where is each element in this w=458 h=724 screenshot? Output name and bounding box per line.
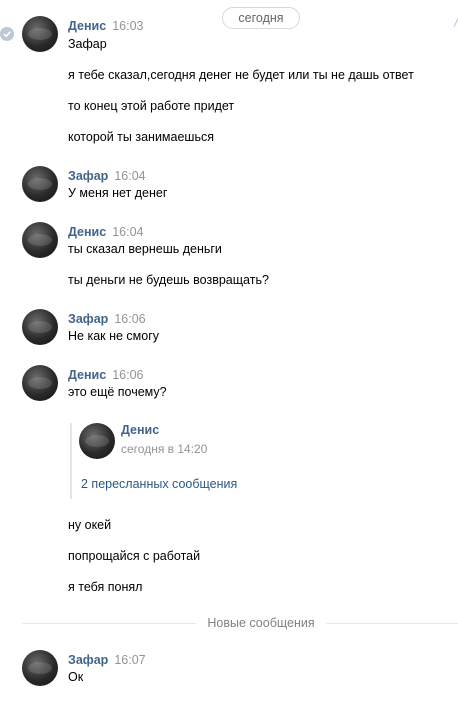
message-text: попрощайся с работай [68,549,201,563]
message-text: Не как не смогу [68,329,160,343]
avatar-zafar[interactable] [22,309,58,345]
author-name[interactable]: Денис [68,19,106,33]
forwarded-avatar-denis[interactable] [79,423,115,459]
author-name[interactable]: Денис [68,368,106,382]
message-time[interactable]: 16:04 [112,225,143,239]
message-text: это ещё почему? [68,385,167,399]
message-text: ты сказал вернешь деньги [68,242,222,256]
date-separator-pill: сегодня [222,7,300,29]
forwarded-author-name[interactable]: Денис [121,422,159,438]
message-header: Зафар 16:06 [68,311,146,327]
avatar-denis[interactable] [22,365,58,401]
message-text: то конец этой работе придет [68,99,235,113]
message-time[interactable]: 16:03 [112,19,143,33]
check-icon[interactable] [0,27,14,41]
author-name[interactable]: Зафар [68,169,108,183]
message-time[interactable]: 16:04 [114,169,145,183]
message-text: ну окей [68,518,112,532]
forwarded-quote-bar [70,423,72,499]
message-text: Ок [68,670,84,684]
edge-check-mark-icon [448,14,458,28]
avatar-zafar[interactable] [22,166,58,202]
avatar-zafar[interactable] [22,650,58,686]
message-text: У меня нет денег [68,186,168,200]
new-messages-divider: Новые сообщения [207,616,315,630]
message-header: Зафар 16:04 [68,168,146,184]
message-time[interactable]: 16:06 [112,368,143,382]
message-header: Денис 16:06 [68,367,143,383]
message-time[interactable]: 16:07 [114,653,145,667]
author-name[interactable]: Зафар [68,653,108,667]
message-header: Денис 16:03 [68,18,143,34]
forwarded-messages-link[interactable]: 2 пересланных сообщения [81,476,237,492]
message-text: которой ты занимаешься [68,130,214,144]
divider-line [22,623,196,624]
avatar-denis[interactable] [22,222,58,258]
message-text: Зафар [68,37,107,51]
author-name[interactable]: Зафар [68,312,108,326]
message-time[interactable]: 16:06 [114,312,145,326]
avatar-denis[interactable] [22,16,58,52]
divider-line [326,623,458,624]
forwarded-date[interactable]: сегодня в 14:20 [121,441,207,457]
message-header: Зафар 16:07 [68,652,146,668]
message-header: Денис 16:04 [68,224,143,240]
message-text: я тебе сказал,сегодня денег не будет или… [68,68,414,82]
message-text: я тебя понял [68,580,143,594]
author-name[interactable]: Денис [68,225,106,239]
message-text: ты деньги не будешь возвращать? [68,273,269,287]
